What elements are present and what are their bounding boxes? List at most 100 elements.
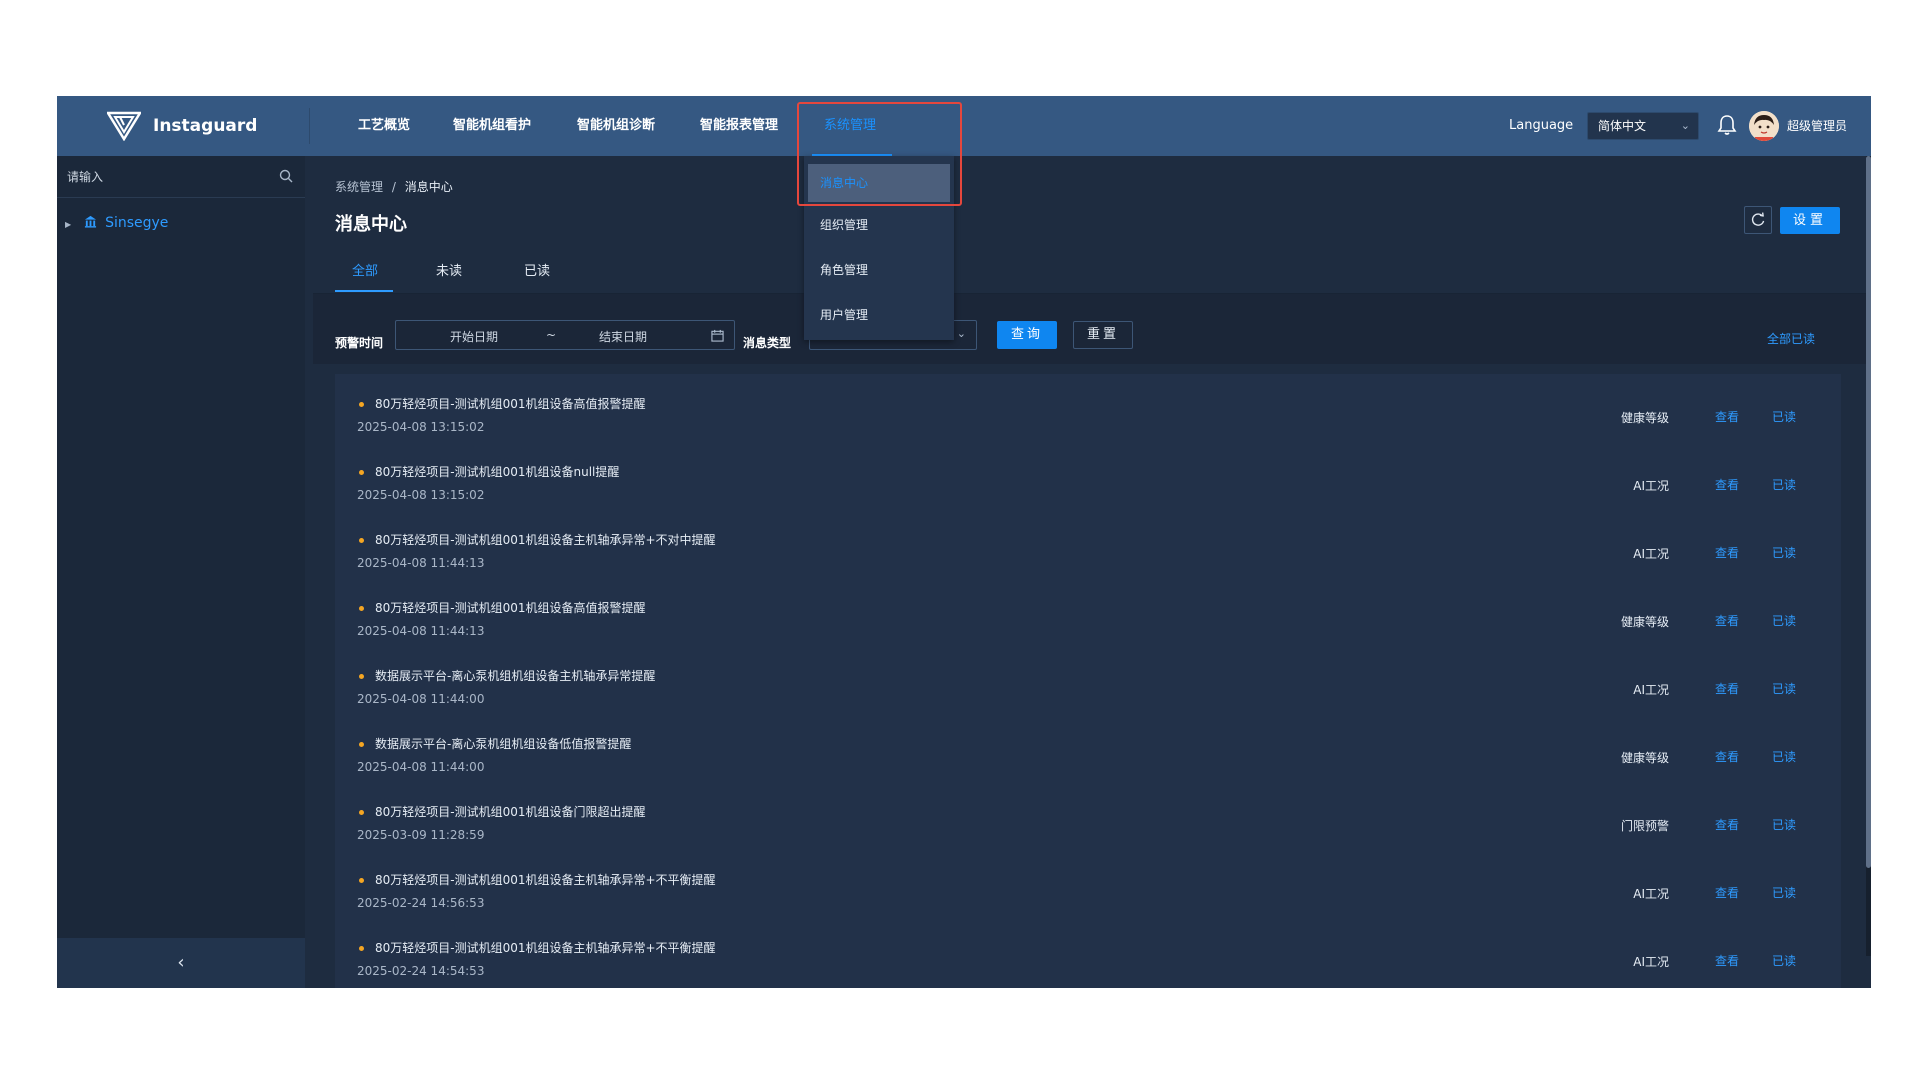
sidebar: 请输入 ▶ Sinsegye ‹: [57, 156, 305, 988]
refresh-button[interactable]: [1744, 206, 1772, 234]
tab-unread[interactable]: 未读: [436, 260, 462, 279]
app-window: Instaguard 工艺概览 智能机组看护 智能机组诊断 智能报表管理 系统管…: [57, 96, 1871, 988]
mark-read-link[interactable]: 已读: [1772, 408, 1796, 425]
message-row: 数据展示平台-离心泵机组机组设备主机轴承异常提醒 2025-04-08 11:4…: [335, 660, 1841, 728]
filter-bar: 预警时间 开始日期 ~ 结束日期 消息类型 ⌄ 查询 重置 全部已读: [313, 294, 1871, 364]
view-link[interactable]: 查看: [1715, 408, 1739, 425]
nav-item-report-management[interactable]: 智能报表管理: [700, 96, 778, 156]
unread-dot: [359, 946, 364, 951]
message-title: 80万轻烃项目-测试机组001机组设备主机轴承异常+不平衡提醒: [375, 873, 716, 887]
mark-read-link[interactable]: 已读: [1772, 884, 1796, 901]
message-type: AI工况: [1633, 479, 1669, 493]
mark-read-link[interactable]: 已读: [1772, 952, 1796, 969]
view-link[interactable]: 查看: [1715, 476, 1739, 493]
sidebar-collapse-button[interactable]: ‹: [57, 938, 305, 988]
message-type: AI工况: [1633, 547, 1669, 561]
unread-dot: [359, 402, 364, 407]
message-time: 2025-02-24 14:54:53: [357, 964, 485, 978]
menu-item-organization-management[interactable]: 组织管理: [804, 206, 954, 244]
username[interactable]: 超级管理员: [1787, 96, 1847, 156]
message-row: 数据展示平台-离心泵机组机组设备低值报警提醒 2025-04-08 11:44:…: [335, 728, 1841, 796]
sidebar-search-input[interactable]: 请输入: [57, 156, 305, 198]
mark-read-link[interactable]: 已读: [1772, 612, 1796, 629]
date-range-picker[interactable]: 开始日期 ~ 结束日期: [395, 320, 735, 350]
tree-item-label: Sinsegye: [105, 215, 169, 231]
message-type: 健康等级: [1620, 411, 1669, 425]
breadcrumb-parent[interactable]: 系统管理: [335, 180, 383, 194]
message-type: AI工况: [1633, 955, 1669, 969]
mark-read-link[interactable]: 已读: [1772, 816, 1796, 833]
view-link[interactable]: 查看: [1715, 748, 1739, 765]
message-row: 80万轻烃项目-测试机组001机组设备高值报警提醒 2025-04-08 11:…: [335, 592, 1841, 660]
message-row: 80万轻烃项目-测试机组001机组设备null提醒 2025-04-08 13:…: [335, 456, 1841, 524]
nav-item-unit-diagnosis[interactable]: 智能机组诊断: [577, 96, 655, 156]
unread-dot: [359, 742, 364, 747]
building-icon: [84, 215, 96, 228]
settings-button[interactable]: 设置: [1780, 207, 1840, 234]
alert-time-label: 预警时间: [335, 336, 384, 350]
mark-all-read-link[interactable]: 全部已读: [1767, 330, 1815, 347]
message-time: 2025-04-08 11:44:13: [357, 556, 485, 570]
mark-read-link[interactable]: 已读: [1772, 476, 1796, 493]
logo-icon: [107, 111, 141, 141]
message-type: AI工况: [1633, 683, 1669, 697]
menu-item-role-management[interactable]: 角色管理: [804, 251, 954, 289]
message-time: 2025-04-08 13:15:02: [357, 420, 485, 434]
mark-read-link[interactable]: 已读: [1772, 544, 1796, 561]
message-type: 健康等级: [1620, 615, 1669, 629]
message-row: 80万轻烃项目-测试机组001机组设备门限超出提醒 2025-03-09 11:…: [335, 796, 1841, 864]
bell-icon[interactable]: [1717, 114, 1737, 136]
message-title: 80万轻烃项目-测试机组001机组设备主机轴承异常+不平衡提醒: [375, 941, 716, 955]
message-title: 80万轻烃项目-测试机组001机组设备null提醒: [375, 465, 620, 479]
message-time: 2025-02-24 14:56:53: [357, 896, 485, 910]
reset-button[interactable]: 重置: [1073, 321, 1133, 349]
chevron-down-icon: ⌄: [1680, 119, 1690, 132]
chevron-left-icon: ‹: [177, 952, 185, 973]
view-link[interactable]: 查看: [1715, 816, 1739, 833]
tree-item-sinsegye[interactable]: ▶ Sinsegye: [65, 212, 168, 234]
message-title: 80万轻烃项目-测试机组001机组设备高值报警提醒: [375, 601, 646, 615]
unread-dot: [359, 674, 364, 679]
start-date-input[interactable]: 开始日期: [450, 328, 498, 345]
scrollbar-thumb[interactable]: [1866, 156, 1871, 868]
breadcrumb-separator: /: [391, 180, 396, 194]
message-title: 80万轻烃项目-测试机组001机组设备门限超出提醒: [375, 805, 646, 819]
tab-read[interactable]: 已读: [524, 260, 550, 279]
nav-item-system-management[interactable]: 系统管理: [811, 96, 893, 156]
avatar[interactable]: [1749, 111, 1779, 141]
unread-dot: [359, 878, 364, 883]
caret-right-icon[interactable]: ▶: [65, 220, 71, 229]
chevron-down-icon: ⌄: [956, 327, 966, 340]
message-type: AI工况: [1633, 887, 1669, 901]
menu-item-user-management[interactable]: 用户管理: [804, 296, 954, 334]
unread-dot: [359, 810, 364, 815]
view-link[interactable]: 查看: [1715, 680, 1739, 697]
top-bar: Instaguard 工艺概览 智能机组看护 智能机组诊断 智能报表管理 系统管…: [57, 96, 1871, 156]
view-link[interactable]: 查看: [1715, 884, 1739, 901]
language-value: 简体中文: [1598, 119, 1647, 133]
menu-item-message-center[interactable]: 消息中心: [808, 164, 950, 202]
view-link[interactable]: 查看: [1715, 952, 1739, 969]
tab-all[interactable]: 全部: [352, 260, 378, 279]
search-icon[interactable]: [279, 169, 293, 183]
end-date-input[interactable]: 结束日期: [599, 328, 647, 345]
main-content: 系统管理 / 消息中心 消息中心 设置 全部 未读 已读 预警时间 开始日期 ~…: [313, 156, 1871, 988]
view-link[interactable]: 查看: [1715, 612, 1739, 629]
nav-item-process-overview[interactable]: 工艺概览: [358, 96, 410, 156]
logo[interactable]: Instaguard: [107, 108, 257, 144]
message-time: 2025-04-08 11:44:00: [357, 692, 485, 706]
message-time: 2025-04-08 13:15:02: [357, 488, 485, 502]
unread-dot: [359, 538, 364, 543]
message-title: 80万轻烃项目-测试机组001机组设备主机轴承异常+不对中提醒: [375, 533, 716, 547]
search-placeholder: 请输入: [67, 170, 104, 184]
query-button[interactable]: 查询: [997, 321, 1057, 349]
language-select[interactable]: 简体中文 ⌄: [1587, 112, 1699, 140]
system-management-dropdown: 消息中心 组织管理 角色管理 用户管理: [804, 156, 954, 340]
view-link[interactable]: 查看: [1715, 544, 1739, 561]
message-row: 80万轻烃项目-测试机组001机组设备主机轴承异常+不平衡提醒 2025-02-…: [335, 864, 1841, 932]
message-title: 数据展示平台-离心泵机组机组设备主机轴承异常提醒: [375, 669, 656, 683]
message-type: 健康等级: [1620, 751, 1669, 765]
nav-item-unit-care[interactable]: 智能机组看护: [453, 96, 531, 156]
mark-read-link[interactable]: 已读: [1772, 680, 1796, 697]
mark-read-link[interactable]: 已读: [1772, 748, 1796, 765]
